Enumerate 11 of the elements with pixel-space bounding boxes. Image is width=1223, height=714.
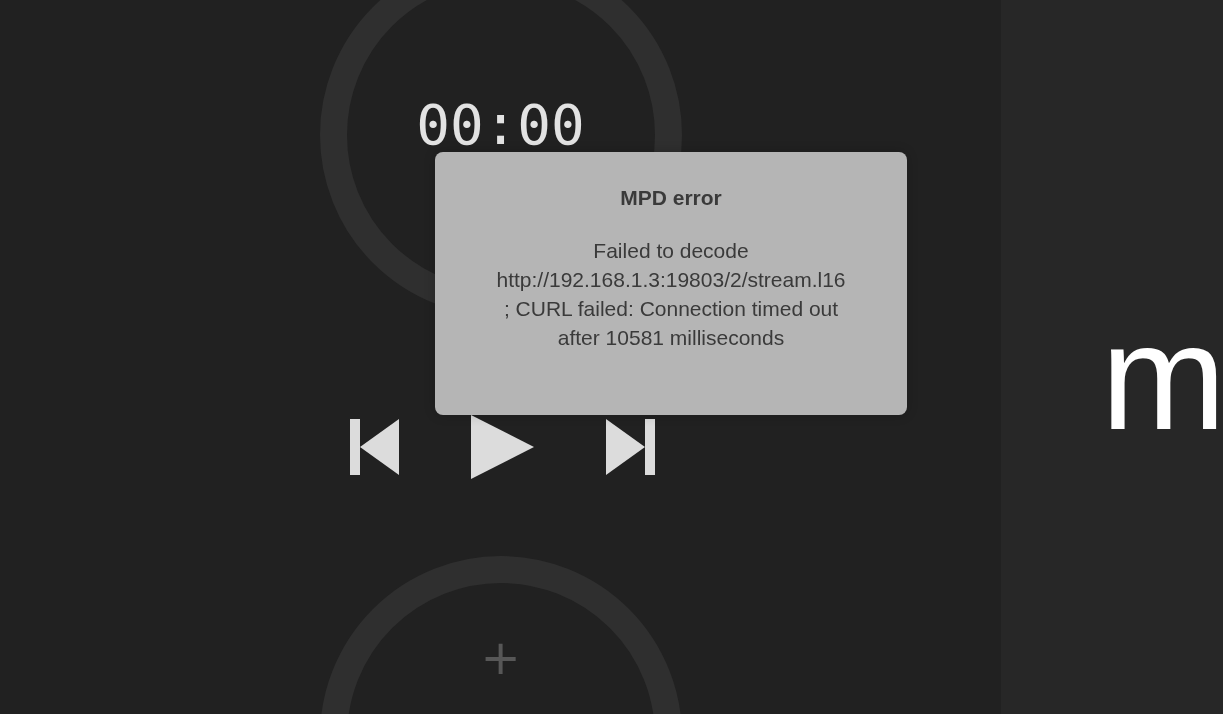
- play-button[interactable]: [471, 415, 534, 479]
- skip-forward-icon: [606, 419, 655, 475]
- skip-back-icon: [350, 419, 399, 475]
- elapsed-time: 00:00: [416, 97, 585, 153]
- side-panel-text: m: [1101, 302, 1223, 452]
- dialog-title: MPD error: [619, 186, 723, 210]
- add-button[interactable]: +: [480, 633, 521, 681]
- previous-button[interactable]: [350, 419, 399, 475]
- error-message: Failed to decode http://192.168.1.3:19803/2/stream.l16; CURL failed: Connection timed out after 10581 milliseconds: [496, 238, 846, 351]
- next-button[interactable]: [606, 419, 655, 475]
- play-icon: [471, 415, 534, 479]
